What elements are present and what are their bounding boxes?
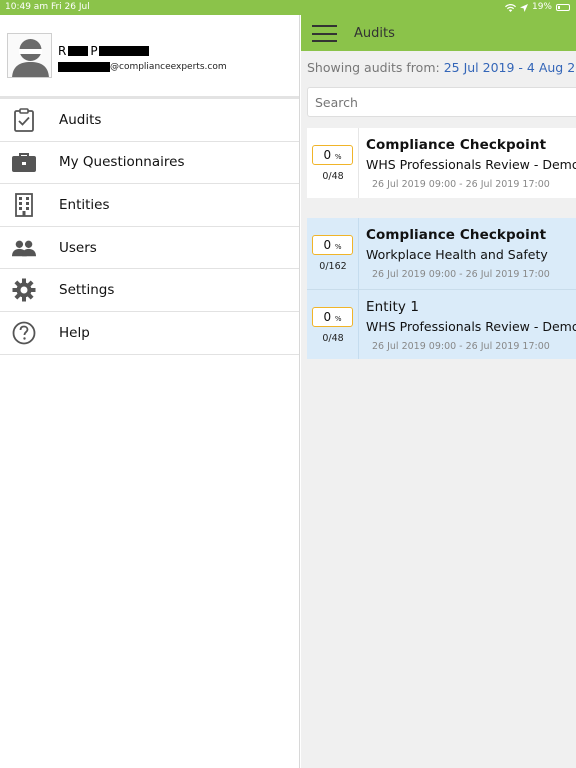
redaction-bar [98, 46, 149, 56]
menu-item-help[interactable]: Help [0, 312, 299, 355]
audit-card-body: Compliance Checkpoint Workplace Health a… [359, 218, 576, 289]
user-email: @complianceexperts.com [58, 62, 227, 72]
menu-label: Settings [59, 282, 115, 299]
progress-meter: 0 % 0/48 [307, 128, 359, 198]
progress-percent: 0 % [312, 145, 353, 165]
answered-count: 0/162 [319, 261, 347, 272]
menu-label: Audits [59, 111, 102, 128]
date-range: Showing audits from: 25 Jul 2019 - 4 Aug… [307, 60, 576, 75]
audit-title: Compliance Checkpoint [366, 227, 547, 243]
menu-item-entities[interactable]: Entities [0, 184, 299, 227]
building-icon [12, 193, 36, 217]
user-name-last-initial: P [90, 44, 98, 58]
user-email-domain: @complianceexperts.com [110, 62, 227, 72]
battery-percent: 19% [531, 2, 552, 12]
gear-icon [12, 278, 36, 302]
user-silhouette-icon [12, 39, 49, 77]
date-range-link[interactable]: 25 Jul 2019 - 4 Aug 2019 [444, 60, 576, 75]
percent-unit: % [334, 243, 342, 251]
audit-dates: 26 Jul 2019 09:00 - 26 Jul 2019 17:00 [372, 179, 550, 190]
menu-label: My Questionnaires [59, 154, 185, 171]
progress-percent: 0 % [312, 235, 353, 255]
redaction-bar [58, 62, 110, 72]
audit-title: Entity 1 [366, 299, 420, 315]
user-name: R P [58, 44, 149, 58]
audit-card-body: Entity 1 WHS Professionals Review - Demo… [359, 290, 576, 359]
wifi-icon [504, 3, 516, 12]
answered-count: 0/48 [322, 333, 344, 344]
percent-unit: % [334, 315, 342, 323]
audit-dates: 26 Jul 2019 09:00 - 26 Jul 2019 17:00 [372, 269, 550, 280]
date-range-prefix: Showing audits from: [307, 60, 444, 75]
user-name-first-initial: R [58, 44, 67, 58]
search-input[interactable] [307, 87, 576, 117]
percent-value: 0 [323, 238, 332, 252]
status-bar: 10:49 am Fri 26 Jul 19% [0, 0, 576, 15]
menu-label: Users [59, 239, 97, 256]
users-icon [12, 236, 36, 260]
audit-card[interactable]: 0 % 0/48 Entity 1 WHS Professionals Revi… [307, 290, 576, 359]
answered-count: 0/48 [322, 171, 344, 182]
menu-item-my-questionnaires[interactable]: My Questionnaires [0, 142, 299, 185]
help-icon [12, 321, 36, 345]
avatar[interactable] [7, 33, 52, 78]
menu-label: Entities [59, 196, 110, 213]
profile-header: R P @complianceexperts.com [0, 15, 299, 99]
menu-item-users[interactable]: Users [0, 227, 299, 270]
clipboard-check-icon [12, 107, 36, 132]
menu-item-settings[interactable]: Settings [0, 269, 299, 312]
top-app-bar: Audits [301, 15, 576, 51]
audit-subtitle: WHS Professionals Review - Demo [366, 157, 576, 172]
progress-meter: 0 % 0/48 [307, 290, 359, 359]
audit-subtitle: Workplace Health and Safety [366, 247, 548, 262]
percent-value: 0 [323, 310, 332, 324]
audit-card-body: Compliance Checkpoint WHS Professionals … [359, 128, 576, 198]
progress-meter: 0 % 0/162 [307, 218, 359, 289]
page-title: Audits [354, 26, 395, 41]
audit-dates: 26 Jul 2019 09:00 - 26 Jul 2019 17:00 [372, 341, 550, 352]
hamburger-menu-icon[interactable] [312, 25, 337, 42]
status-right: 19% [504, 0, 570, 15]
status-time-date: 10:49 am Fri 26 Jul [5, 2, 90, 12]
audit-subtitle: WHS Professionals Review - Demo [366, 319, 576, 334]
progress-percent: 0 % [312, 307, 353, 327]
location-arrow-icon [519, 3, 528, 12]
battery-icon [556, 4, 570, 11]
audits-panel: Audits Showing audits from: 25 Jul 2019 … [301, 15, 576, 768]
redaction-bar [68, 46, 89, 56]
briefcase-icon [12, 150, 36, 174]
percent-unit: % [334, 153, 342, 161]
side-drawer: R P @complianceexperts.com Audits My Que… [0, 15, 300, 768]
audit-title: Compliance Checkpoint [366, 137, 547, 153]
audit-card[interactable]: 0 % 0/48 Compliance Checkpoint WHS Profe… [307, 128, 576, 198]
audit-card[interactable]: 0 % 0/162 Compliance Checkpoint Workplac… [307, 218, 576, 289]
percent-value: 0 [323, 148, 332, 162]
menu-label: Help [59, 324, 90, 341]
menu-item-audits[interactable]: Audits [0, 99, 299, 142]
